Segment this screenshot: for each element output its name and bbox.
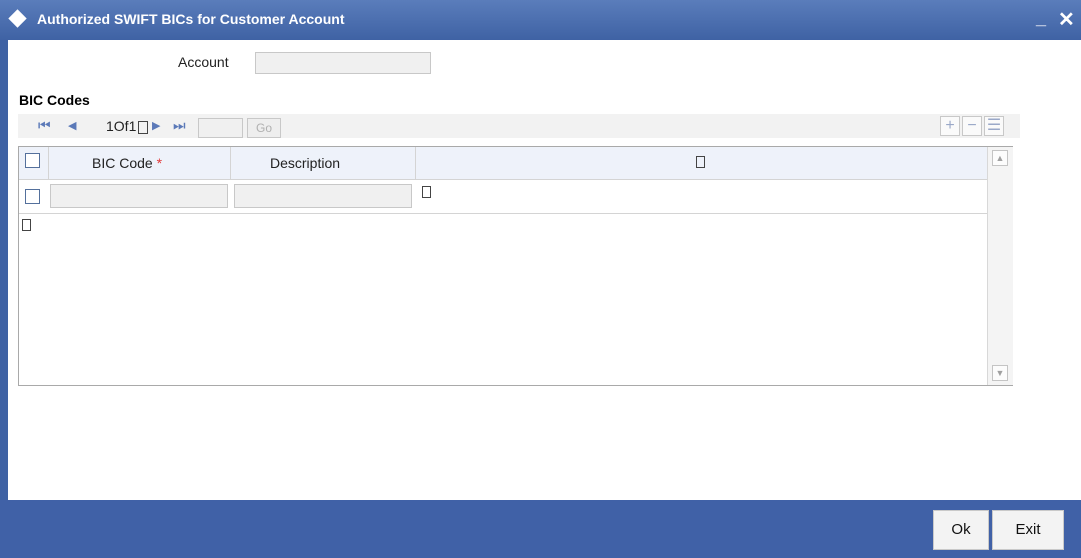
description-input[interactable] bbox=[234, 184, 412, 208]
page-number-input[interactable] bbox=[198, 118, 243, 138]
ok-button[interactable]: Ok bbox=[933, 510, 989, 550]
bic-code-input[interactable] bbox=[50, 184, 228, 208]
prev-page-icon[interactable]: ◀ bbox=[68, 119, 76, 132]
row-extra-box bbox=[422, 186, 431, 198]
close-button[interactable]: ✕ bbox=[1058, 7, 1075, 32]
table-row bbox=[19, 179, 987, 214]
scroll-up-icon[interactable]: ▲ bbox=[992, 150, 1008, 166]
grid-toolbar: ⏮ ◀ 1Of1 ▶ ⏭ Go + − ☰ bbox=[18, 114, 1020, 138]
diamond-icon bbox=[8, 9, 27, 28]
page-count-text: 1Of1 bbox=[106, 118, 137, 134]
window-title: Authorized SWIFT BICs for Customer Accou… bbox=[37, 11, 345, 27]
window-frame-left bbox=[0, 40, 8, 500]
section-title-bic-codes: BIC Codes bbox=[19, 92, 90, 108]
bic-codes-grid: BIC Code * Description ▲ ▼ bbox=[18, 146, 1013, 386]
minimize-button[interactable]: _ bbox=[1036, 8, 1046, 29]
column-header-extra-box bbox=[696, 156, 705, 168]
required-marker: * bbox=[156, 155, 163, 171]
column-header-bic-code: BIC Code * bbox=[92, 155, 162, 171]
column-divider bbox=[230, 147, 231, 179]
grid-header: BIC Code * Description bbox=[19, 147, 987, 180]
remove-row-icon[interactable]: − bbox=[962, 116, 982, 136]
footer-bar: Ok Exit bbox=[0, 500, 1081, 558]
vertical-scrollbar[interactable]: ▲ ▼ bbox=[987, 147, 1013, 385]
account-label: Account bbox=[178, 54, 229, 70]
account-input[interactable] bbox=[255, 52, 431, 74]
column-divider bbox=[415, 147, 416, 179]
add-row-icon[interactable]: + bbox=[940, 116, 960, 136]
select-all-checkbox[interactable] bbox=[25, 153, 40, 168]
title-bar: Authorized SWIFT BICs for Customer Accou… bbox=[0, 0, 1081, 40]
last-page-icon[interactable]: ⏭ bbox=[173, 117, 186, 134]
scroll-down-icon[interactable]: ▼ bbox=[992, 365, 1008, 381]
single-view-icon[interactable]: ☰ bbox=[984, 116, 1004, 136]
go-button[interactable]: Go bbox=[247, 118, 281, 138]
column-header-description: Description bbox=[270, 155, 341, 171]
page-count: 1Of1 bbox=[106, 118, 149, 134]
column-header-bic-code-label: BIC Code bbox=[92, 155, 153, 171]
page-count-box bbox=[138, 120, 149, 134]
grid-placeholder-box bbox=[22, 219, 31, 231]
exit-button[interactable]: Exit bbox=[992, 510, 1064, 550]
column-divider bbox=[48, 147, 49, 179]
first-page-icon[interactable]: ⏮ bbox=[38, 117, 51, 134]
row-select-checkbox[interactable] bbox=[25, 189, 40, 204]
next-page-icon[interactable]: ▶ bbox=[152, 119, 160, 132]
